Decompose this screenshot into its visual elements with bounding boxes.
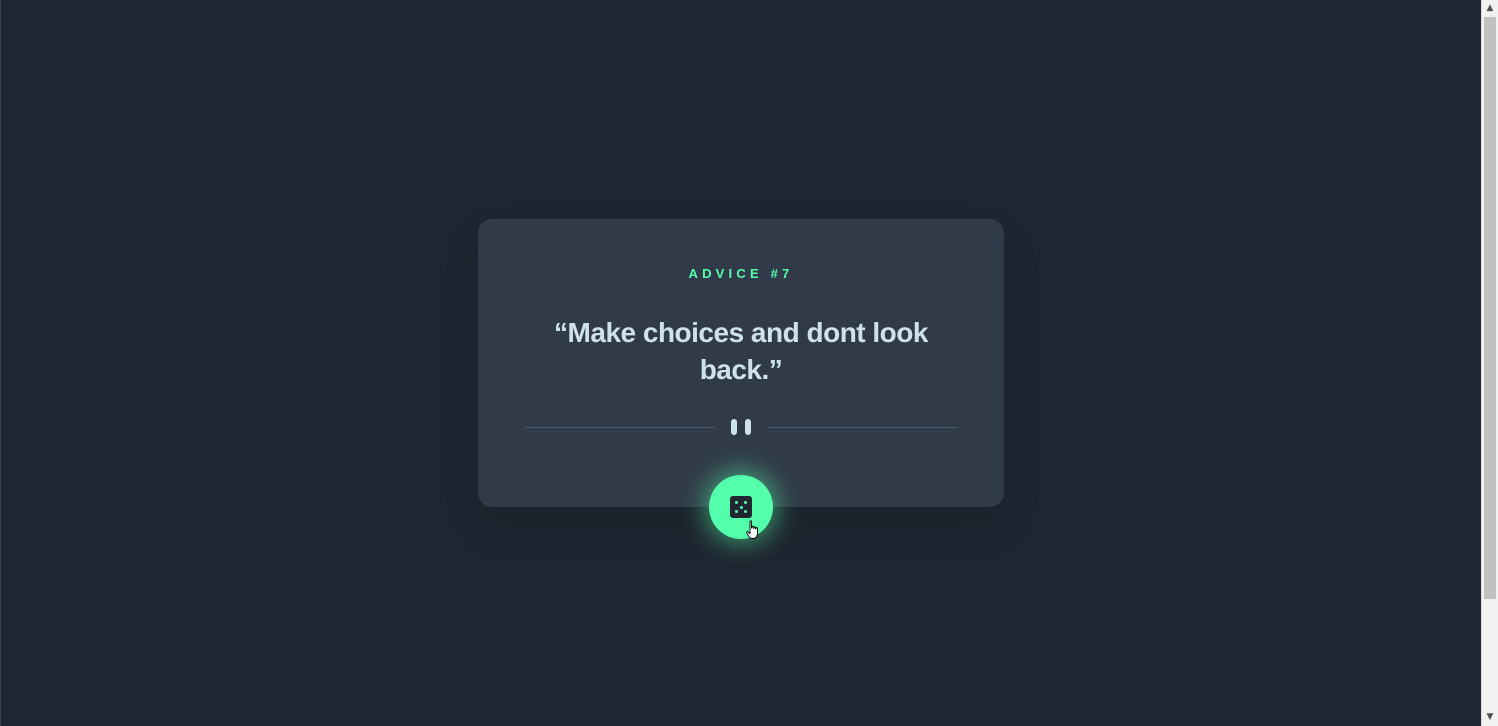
window-left-edge (0, 0, 1, 726)
hand-pointer-cursor-icon (746, 520, 758, 539)
scroll-up-arrow-icon[interactable]: ▲ (1482, 0, 1498, 17)
divider-line-left (525, 427, 715, 428)
generate-advice-button[interactable] (709, 475, 773, 539)
advice-card: ADVICE #7 “Make choices and dont look ba… (478, 219, 1004, 507)
dice-icon (730, 496, 752, 518)
advice-quote: “Make choices and dont look back.” (554, 317, 928, 385)
advice-id-label: ADVICE #7 (688, 266, 794, 281)
scrollbar-thumb[interactable] (1484, 17, 1496, 599)
pattern-divider (525, 419, 957, 437)
divider-line-right (767, 427, 957, 428)
scroll-down-arrow-icon[interactable]: ▼ (1482, 709, 1498, 726)
pause-icon (731, 419, 751, 435)
vertical-scrollbar[interactable]: ▲ ▼ (1481, 0, 1498, 726)
